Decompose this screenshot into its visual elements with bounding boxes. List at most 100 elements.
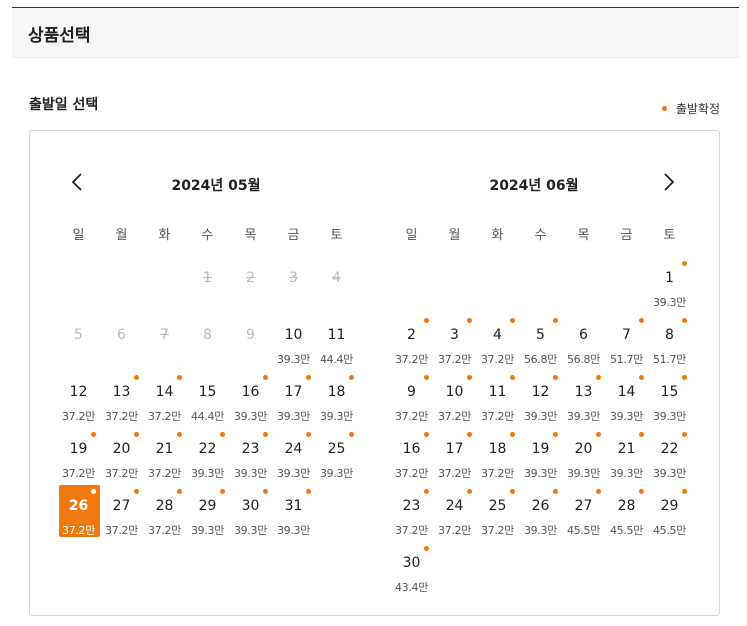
calendar-day[interactable]: 13 39.3만 [562,372,605,427]
calendar-day[interactable]: 23 39.3만 [229,429,272,484]
weekday-label: 수 [534,228,547,243]
calendar-day[interactable]: 29 45.5만 [648,486,691,541]
confirmed-dot-icon [220,489,225,494]
prev-month-button[interactable] [66,170,90,194]
calendar-day[interactable]: 4 37.2만 [476,315,519,370]
chevron-left-icon [71,173,82,191]
confirmed-dot-icon [467,489,472,494]
month-title-may: 2024년 05월 [171,178,261,194]
calendar-day[interactable]: 14 39.3만 [605,372,648,427]
day-price: 37.2만 [104,410,139,423]
day-number: 23 [241,441,260,457]
calendar-day[interactable]: 17 37.2만 [433,429,476,484]
calendar-day[interactable]: 22 39.3만 [648,429,691,484]
calendar-day: 8 [186,315,229,370]
calendar-day[interactable]: 24 37.2만 [433,486,476,541]
day-number: 17 [284,384,303,400]
confirmed-dot-icon [467,375,472,380]
day-price: 39.3만 [319,467,354,480]
day-number: 30 [402,555,421,571]
calendar-day[interactable]: 18 39.3만 [315,372,358,427]
calendar-day[interactable]: 7 51.7만 [605,315,648,370]
calendar-day[interactable]: 23 37.2만 [390,486,433,541]
day-number: 17 [445,441,464,457]
calendar-day[interactable]: 19 39.3만 [519,429,562,484]
confirmed-dot-icon [639,432,644,437]
day-number: 21 [617,441,636,457]
day-number: 11 [488,384,507,400]
confirmed-dot-icon [424,375,429,380]
calendar-day[interactable]: 11 37.2만 [476,372,519,427]
calendar-day[interactable]: 20 37.2만 [100,429,143,484]
weekday-label: 월 [115,228,128,243]
day-price: 45.5만 [609,524,644,537]
calendar-day[interactable]: 28 37.2만 [143,486,186,541]
calendar-day[interactable]: 28 45.5만 [605,486,648,541]
calendar-day[interactable]: 12 37.2만 [57,372,100,427]
confirmed-dot-icon [134,432,139,437]
page-title: 상품선택 [28,26,91,46]
confirmed-dot-icon [596,489,601,494]
calendar-day[interactable]: 16 39.3만 [229,372,272,427]
confirmed-dot-icon [596,432,601,437]
calendar-day[interactable]: 15 39.3만 [648,372,691,427]
calendar-day[interactable]: 2 37.2만 [390,315,433,370]
confirmed-dot-icon [682,489,687,494]
calendar-day[interactable]: 3 37.2만 [433,315,476,370]
calendar-day[interactable]: 10 39.3만 [272,315,315,370]
next-month-button[interactable] [656,170,680,194]
day-price: 39.3만 [652,410,687,423]
calendar-day[interactable]: 10 37.2만 [433,372,476,427]
confirmed-dot-icon [349,432,354,437]
calendar-day[interactable]: 15 44.4만 [186,372,229,427]
confirmed-dot-icon [661,106,667,111]
calendar-day: 3 [272,258,315,313]
calendar-day[interactable]: 21 37.2만 [143,429,186,484]
calendar-day[interactable]: 11 44.4만 [315,315,358,370]
calendar-day[interactable]: 19 37.2만 [57,429,100,484]
day-price: 39.3만 [190,467,225,480]
day-number: 11 [327,327,346,343]
confirmed-dot-icon [467,318,472,323]
calendar-day[interactable]: 29 39.3만 [186,486,229,541]
calendar-day[interactable]: 9 37.2만 [390,372,433,427]
calendar-day[interactable]: 24 39.3만 [272,429,315,484]
calendar-day[interactable]: 25 37.2만 [476,486,519,541]
calendar-day[interactable]: 12 39.3만 [519,372,562,427]
calendar-day[interactable]: 8 51.7만 [648,315,691,370]
day-number: 9 [407,384,416,400]
day-number: 22 [198,441,217,457]
day-price: 39.3만 [523,410,558,423]
calendar-day[interactable]: 30 39.3만 [229,486,272,541]
calendar-day[interactable]: 31 39.3만 [272,486,315,541]
weekday-label: 일 [405,228,418,243]
weekday-label: 목 [577,228,590,243]
calendar-day[interactable]: 27 37.2만 [100,486,143,541]
calendar-day[interactable]: 20 39.3만 [562,429,605,484]
day-number: 15 [660,384,679,400]
day-number: 29 [198,498,217,514]
weekday-label: 수 [201,228,214,243]
calendar-day[interactable]: 14 37.2만 [143,372,186,427]
calendar-day[interactable]: 26 39.3만 [519,486,562,541]
day-price: 37.2만 [480,410,515,423]
calendar-day[interactable]: 30 43.4만 [390,543,433,598]
calendar-day[interactable]: 1 39.3만 [648,258,691,313]
calendar-day[interactable]: 18 37.2만 [476,429,519,484]
day-number: 8 [665,327,674,343]
calendar-day-selected[interactable]: 26 37.2만 [57,485,100,541]
day-number: 19 [531,441,550,457]
weekday-label: 목 [244,228,257,243]
calendar-day[interactable]: 17 39.3만 [272,372,315,427]
calendar-day[interactable]: 22 39.3만 [186,429,229,484]
day-price: 37.2만 [437,524,472,537]
calendar-day[interactable]: 25 39.3만 [315,429,358,484]
calendar-day[interactable]: 6 56.8만 [562,315,605,370]
calendar-day[interactable]: 13 37.2만 [100,372,143,427]
calendar-day[interactable]: 16 37.2만 [390,429,433,484]
day-price: 39.3만 [566,410,601,423]
calendar-day[interactable]: 5 56.8만 [519,315,562,370]
day-number: 20 [112,441,131,457]
calendar-day[interactable]: 27 45.5만 [562,486,605,541]
calendar-day[interactable]: 21 39.3만 [605,429,648,484]
